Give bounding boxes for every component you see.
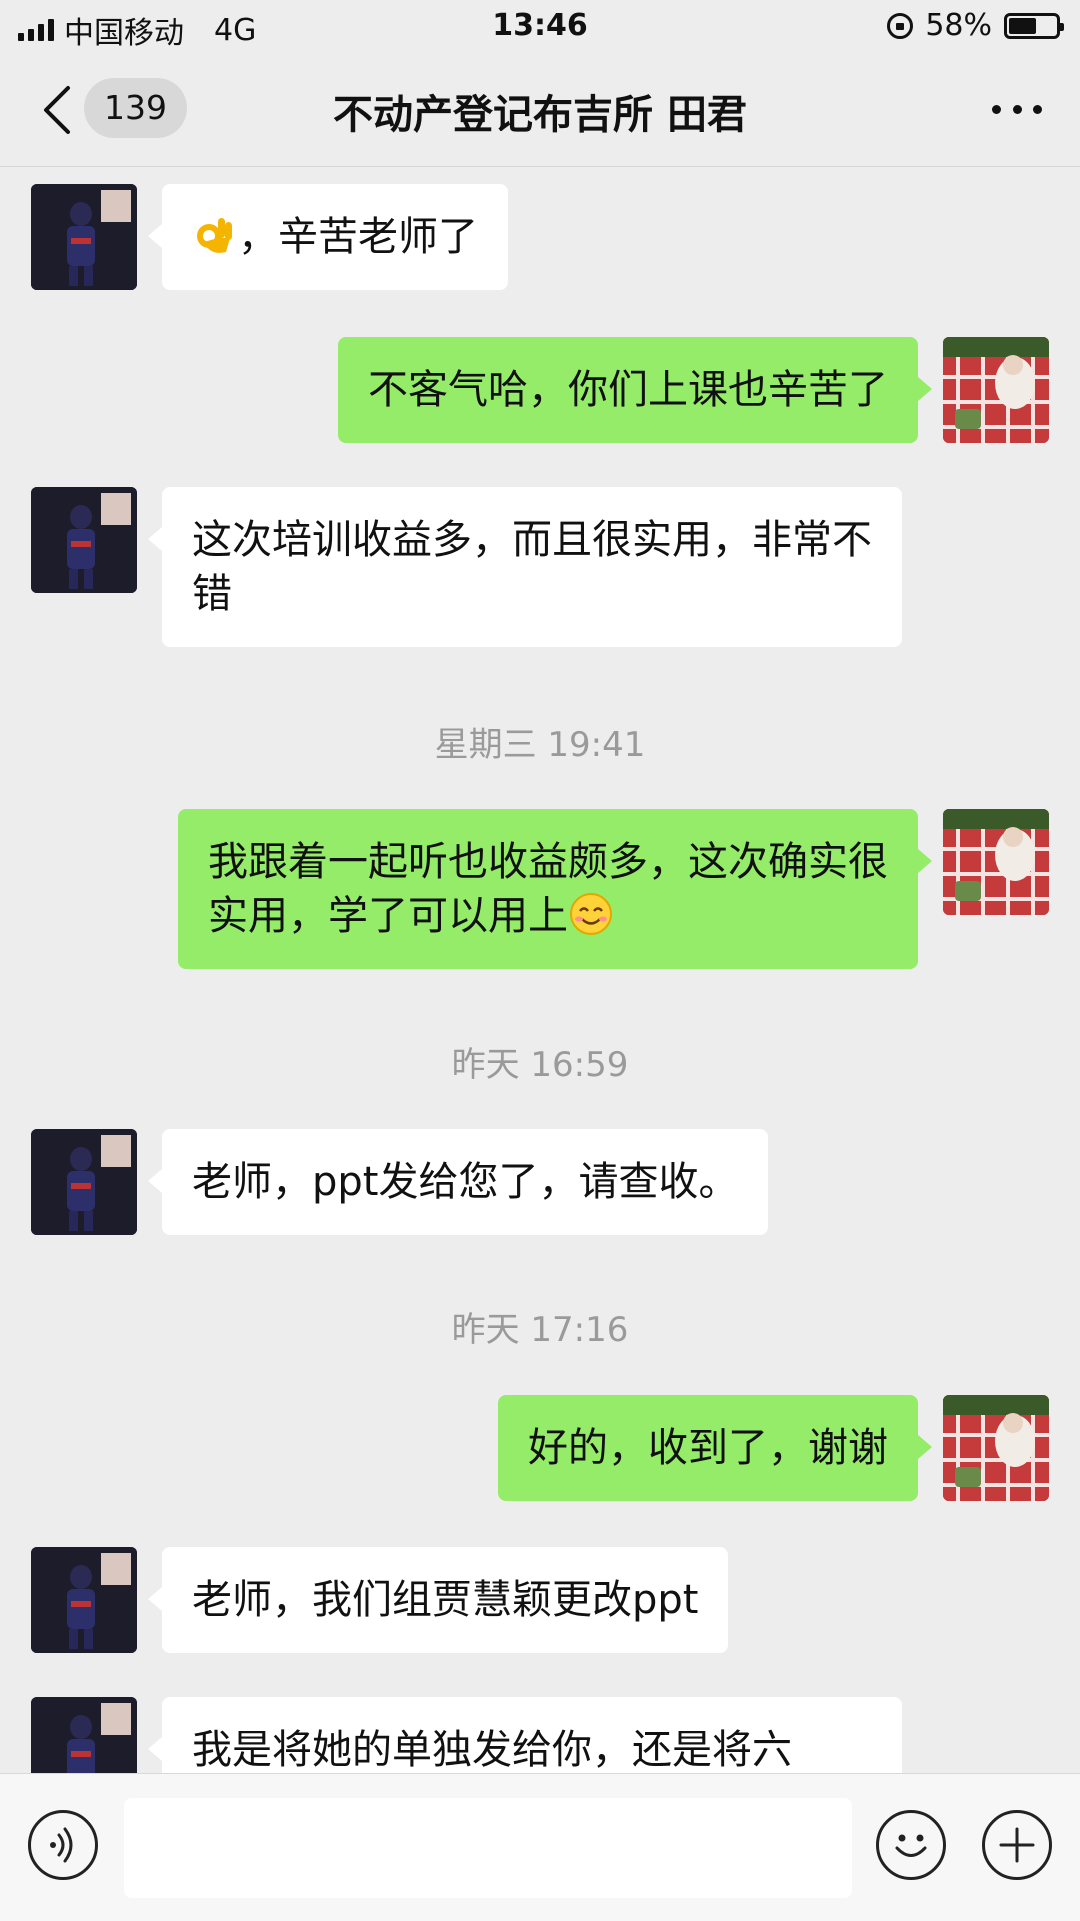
contact-avatar[interactable] (31, 184, 137, 290)
chat-header: 139 不动产登记布吉所 田君 (0, 54, 1080, 167)
message-text: 好的，收到了，谢谢 (528, 1425, 888, 1471)
avatar-image (31, 1697, 137, 1773)
message-bubble[interactable]: 好的，收到了，谢谢 (498, 1395, 932, 1501)
smiley-face-icon (895, 1834, 927, 1857)
chat-input-bar (0, 1773, 1080, 1921)
plus-icon (999, 1827, 1035, 1863)
voice-input-button[interactable] (28, 1810, 98, 1880)
avatar-image (31, 1547, 137, 1653)
avatar-image (943, 337, 1049, 443)
contact-avatar[interactable] (31, 1697, 137, 1773)
contact-avatar[interactable] (31, 487, 137, 593)
message-list[interactable]: ，辛苦老师了 不客气哈，你们上课也辛苦了 这次培训收益多，而且很实用，非常不错 … (0, 167, 1080, 1773)
avatar-image (31, 487, 137, 593)
message-text: 老师，我们组贾慧颖更改ppt (192, 1577, 699, 1623)
message-text: 不客气哈，你们上课也辛苦了 (368, 367, 888, 413)
smiling-face-emoji-icon (570, 893, 612, 935)
message-bubble[interactable]: 老师，我们组贾慧颖更改ppt (147, 1547, 729, 1653)
avatar-image (943, 1395, 1049, 1501)
status-right: 58% (887, 8, 1064, 43)
status-bar: 中国移动 4G 13:46 58% (0, 0, 1080, 54)
dot-icon (1033, 104, 1042, 114)
self-avatar[interactable] (943, 337, 1049, 443)
message-text: ，辛苦老师了 (238, 214, 478, 260)
battery-fill (1009, 17, 1036, 34)
contact-avatar[interactable] (31, 1547, 137, 1653)
battery-icon (1004, 12, 1064, 39)
message-text: 老师，ppt发给您了，请查收。 (192, 1159, 739, 1205)
emoji-button[interactable] (876, 1810, 946, 1880)
message-bubble[interactable]: 我是将她的单独发给你，还是将六 (148, 1697, 902, 1773)
avatar-image (31, 1129, 137, 1235)
contact-avatar[interactable] (31, 1129, 137, 1235)
message-bubble[interactable]: 老师，ppt发给您了，请查收。 (147, 1129, 769, 1235)
rotation-lock-icon (887, 12, 914, 39)
message-timestamp: 昨天 17:16 (451, 1310, 629, 1350)
message-bubble[interactable]: 这次培训收益多，而且很实用，非常不错 (148, 487, 902, 647)
dot-icon (992, 104, 1001, 114)
voice-icon (50, 1827, 73, 1863)
message-bubble[interactable]: ，辛苦老师了 (148, 184, 508, 290)
more-options-button[interactable] (992, 100, 1042, 118)
message-input[interactable] (124, 1798, 852, 1898)
message-bubble[interactable]: 我跟着一起听也收益颇多，这次确实很实用，学了可以用上 (178, 809, 932, 969)
dot-icon (1012, 104, 1022, 114)
message-text: 我跟着一起听也收益颇多，这次确实很实用，学了可以用上 (208, 839, 888, 939)
message-text: 我是将她的单独发给你，还是将六 (192, 1727, 792, 1773)
more-functions-button[interactable] (982, 1810, 1052, 1880)
message-bubble[interactable]: 不客气哈，你们上课也辛苦了 (338, 337, 932, 443)
message-timestamp: 昨天 16:59 (451, 1045, 629, 1085)
self-avatar[interactable] (943, 809, 1049, 915)
self-avatar[interactable] (943, 1395, 1049, 1501)
chat-title: 不动产登记布吉所 田君 (333, 92, 747, 138)
avatar-image (31, 184, 137, 290)
battery-percent: 58% (925, 8, 992, 43)
message-timestamp: 星期三 19:41 (434, 725, 646, 765)
avatar-image (943, 809, 1049, 915)
message-text: 这次培训收益多，而且很实用，非常不错 (192, 517, 872, 617)
ok-hand-emoji-icon (197, 218, 232, 253)
